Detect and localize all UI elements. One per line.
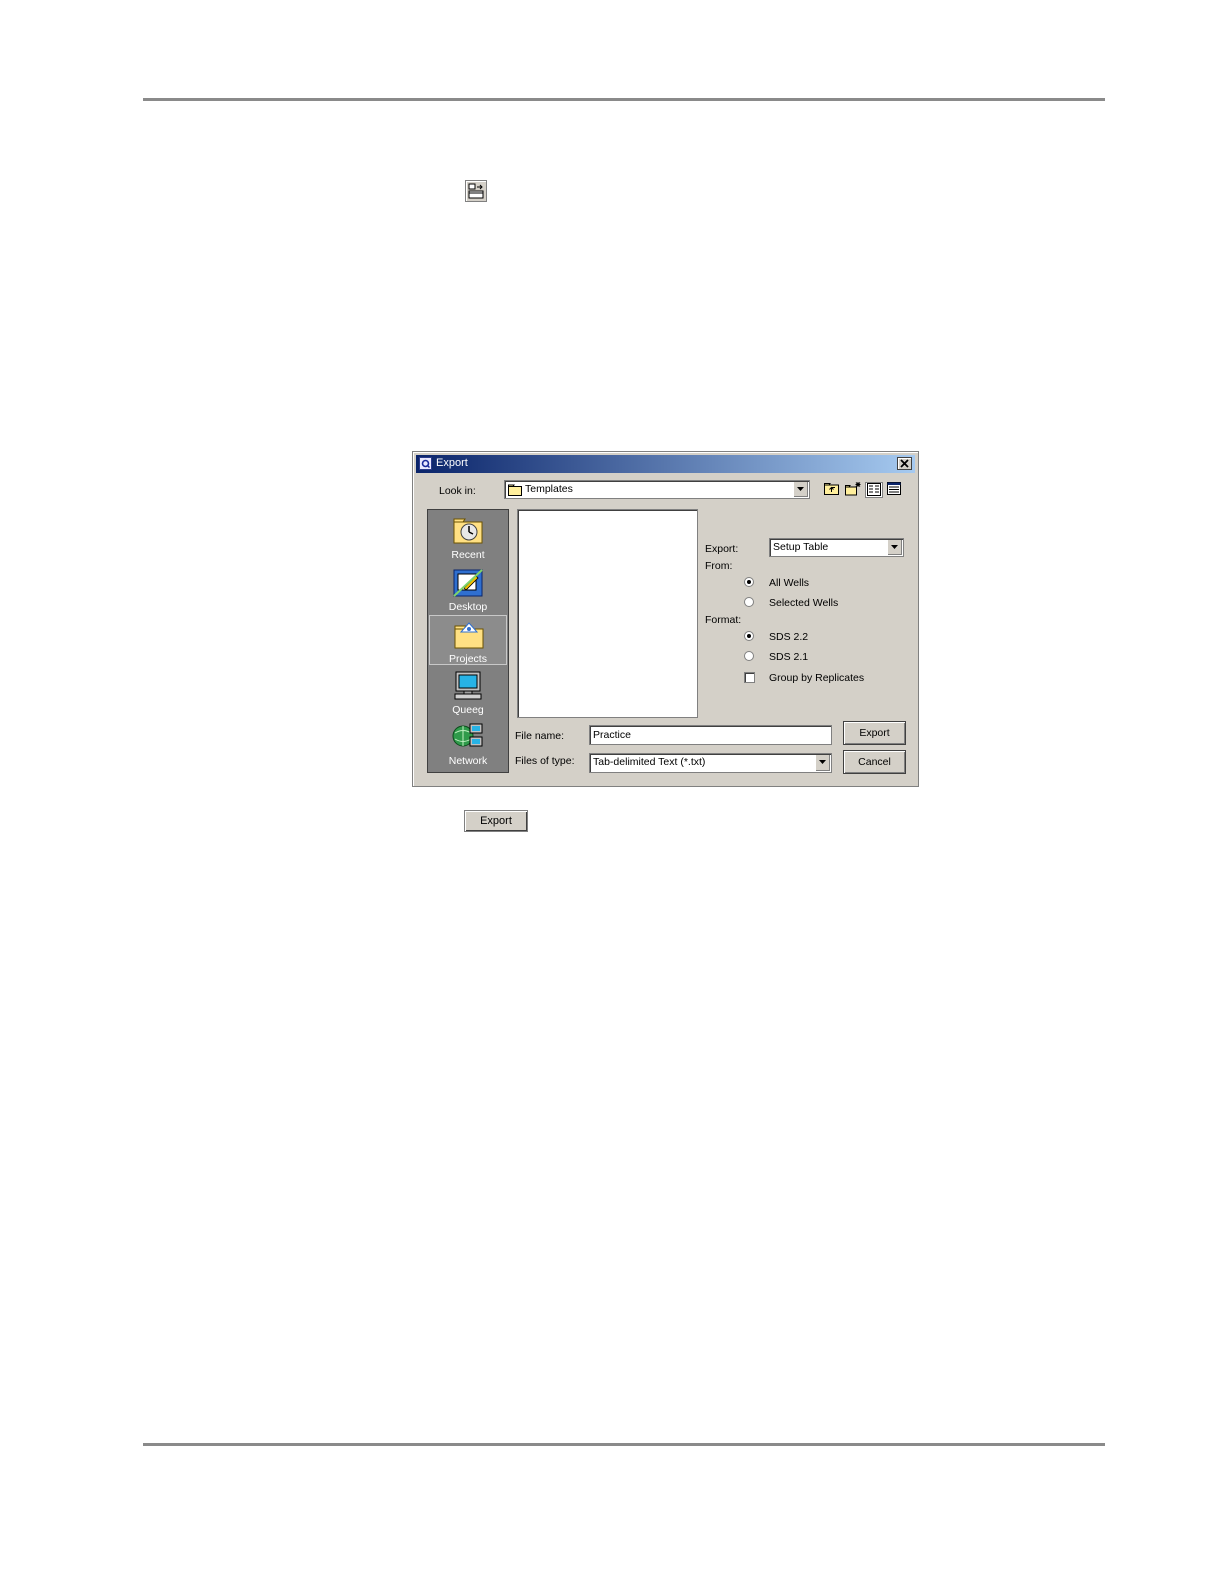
sds-2-2-label: SDS 2.2 (769, 631, 809, 643)
look-in-dropdown[interactable]: Templates (504, 480, 810, 499)
look-in-value: Templates (525, 483, 573, 495)
app-icon (419, 457, 432, 470)
format-label: Format: (705, 614, 742, 626)
footer-rule (143, 1443, 1105, 1446)
from-label: From: (705, 560, 733, 572)
details-view-button[interactable] (886, 482, 904, 498)
chevron-down-icon[interactable] (887, 540, 902, 555)
export-dialog: Export Look in: Templates Recent Desktop… (412, 451, 919, 787)
place-projects[interactable]: Projects (429, 615, 507, 665)
new-folder-icon (845, 482, 861, 496)
place-network[interactable]: Network (429, 718, 507, 768)
export-type-label: Export: (705, 543, 739, 555)
desktop-icon (453, 569, 483, 597)
all-wells-radio[interactable] (744, 577, 754, 587)
chevron-down-icon[interactable] (815, 755, 830, 771)
sds-2-2-radio[interactable] (744, 631, 754, 641)
export-type-value: Setup Table (773, 541, 829, 553)
header-rule (143, 98, 1105, 101)
group-by-replicates-label: Group by Replicates (769, 672, 865, 684)
list-view-button[interactable] (865, 482, 883, 498)
files-of-type-label: Files of type: (515, 755, 575, 767)
close-icon (900, 459, 909, 468)
list-view-icon (867, 483, 881, 496)
export-button[interactable]: Export (843, 721, 906, 745)
places-bar: Recent Desktop Projects Queeg Network (427, 509, 509, 773)
place-queeg[interactable]: Queeg (429, 667, 507, 717)
network-icon (452, 723, 483, 747)
up-one-level-button[interactable] (823, 482, 841, 498)
place-label: Queeg (452, 704, 484, 716)
files-of-type-dropdown[interactable]: Tab-delimited Text (*.txt) (589, 753, 832, 773)
export-type-dropdown[interactable]: Setup Table (769, 538, 904, 557)
place-recent[interactable]: Recent (429, 512, 507, 562)
place-label: Desktop (448, 601, 488, 613)
standalone-export-button[interactable]: Export (464, 810, 528, 832)
details-view-icon (887, 482, 901, 495)
file-name-value: Practice (593, 729, 631, 741)
new-folder-button[interactable] (844, 482, 862, 498)
file-list[interactable] (517, 509, 698, 718)
all-wells-label: All Wells (769, 577, 810, 589)
file-name-input[interactable]: Practice (589, 725, 832, 745)
place-desktop[interactable]: Desktop (429, 564, 507, 614)
recent-folder-icon (453, 518, 483, 544)
place-label: Projects (449, 653, 487, 665)
close-button[interactable] (897, 457, 912, 470)
place-label: Network (448, 755, 488, 767)
computer-icon (454, 671, 482, 700)
file-name-label: File name: (515, 730, 565, 742)
export-toolbar-icon[interactable] (465, 180, 487, 202)
dialog-title: Export (436, 457, 468, 469)
cancel-button[interactable]: Cancel (843, 750, 906, 774)
sds-2-1-label: SDS 2.1 (769, 651, 809, 663)
place-label: Recent (451, 549, 485, 561)
files-of-type-value: Tab-delimited Text (*.txt) (593, 756, 706, 768)
selected-wells-label: Selected Wells (769, 597, 839, 609)
sds-2-1-radio[interactable] (744, 651, 754, 661)
dialog-titlebar: Export (416, 455, 915, 473)
up-folder-icon (824, 483, 839, 495)
projects-folder-icon (454, 622, 484, 649)
group-by-replicates-checkbox[interactable] (744, 672, 755, 683)
chevron-down-icon[interactable] (793, 482, 808, 497)
folder-icon (508, 484, 522, 496)
selected-wells-radio[interactable] (744, 597, 754, 607)
look-in-label: Look in: (439, 485, 476, 497)
